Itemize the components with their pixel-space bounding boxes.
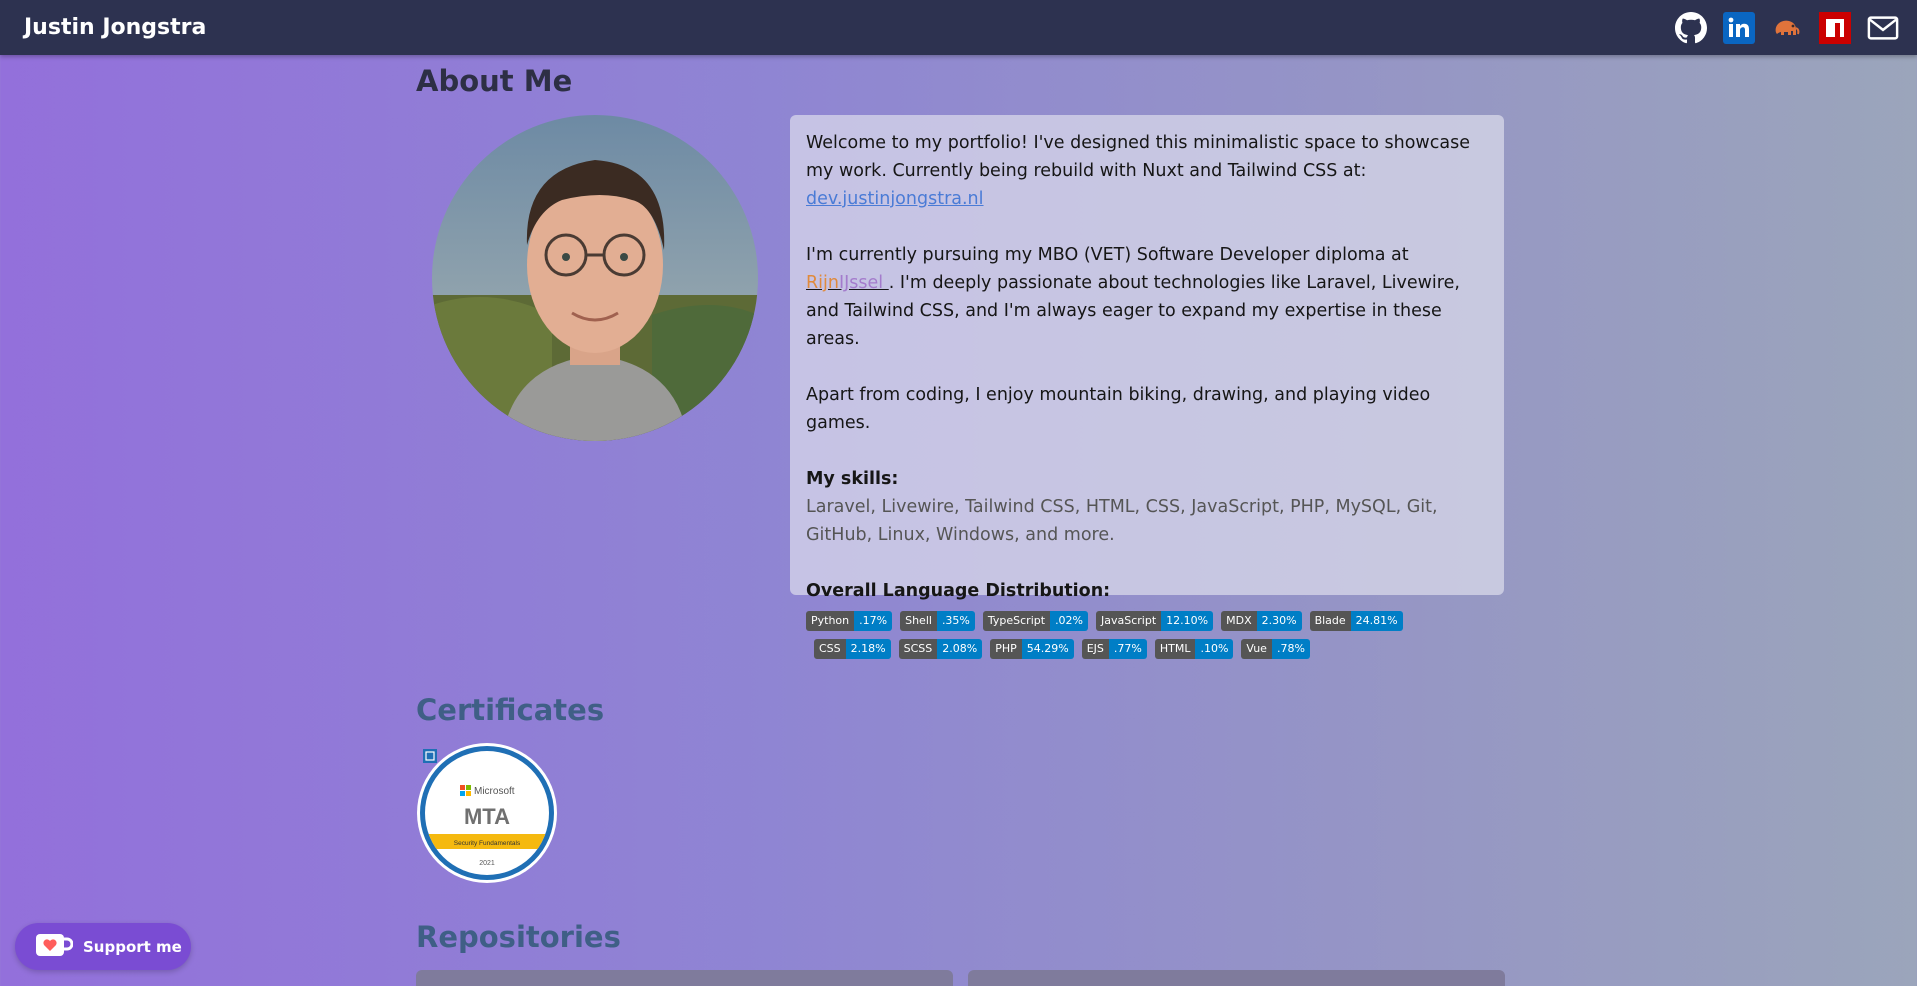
language-badge: TypeScript .02% bbox=[982, 611, 1089, 631]
skills-list: Laravel, Livewire, Tailwind CSS, HTML, C… bbox=[806, 497, 1438, 545]
school-link[interactable]: RijnIJssel bbox=[806, 273, 889, 293]
school-name-part2: IJssel bbox=[838, 273, 889, 293]
kofi-cup-icon bbox=[35, 932, 74, 962]
language-badge: Shell .35% bbox=[900, 611, 975, 631]
skills-block: My skills: Laravel, Livewire, Tailwind C… bbox=[806, 465, 1488, 549]
mta-certificate-badge[interactable]: Microsoft MTA Security Fundamentals 2021 bbox=[416, 742, 558, 884]
github-icon[interactable] bbox=[1675, 11, 1707, 44]
language-badge: EJS .77% bbox=[1081, 639, 1147, 659]
language-badge: CSS 2.18% bbox=[814, 639, 891, 659]
intro-paragraph: Welcome to my portfolio! I've designed t… bbox=[806, 129, 1488, 213]
certificate-year: 2021 bbox=[479, 860, 495, 867]
npm-icon[interactable] bbox=[1819, 11, 1851, 44]
dev-site-link[interactable]: dev.justinjongstra.nl bbox=[806, 189, 984, 209]
language-badge: JavaScript 12.10% bbox=[1096, 611, 1214, 631]
about-title: About Me bbox=[416, 64, 573, 98]
certificate-brand: Microsoft bbox=[474, 786, 515, 797]
about-card: Welcome to my portfolio! I've designed t… bbox=[790, 115, 1504, 659]
study-paragraph: I'm currently pursuing my MBO (VET) Soft… bbox=[806, 241, 1488, 353]
site-brand[interactable]: Justin Jongstra bbox=[24, 15, 206, 40]
support-me-button[interactable]: Support me bbox=[15, 923, 191, 970]
language-badge: Python .17% bbox=[806, 611, 893, 631]
language-badge: HTML .10% bbox=[1154, 639, 1234, 659]
language-badge: Blade 24.81% bbox=[1309, 611, 1403, 631]
language-badges-row-2: CSS 2.18% SCSS 2.08% PHP 54.29% EJS .77% HTM… bbox=[806, 639, 1488, 659]
gitea-elephant-icon[interactable] bbox=[1771, 12, 1803, 44]
linkedin-icon[interactable] bbox=[1723, 11, 1755, 44]
language-badges-row-1: Python .17% Shell .35% TypeScript .02% Java… bbox=[806, 611, 1488, 631]
certificate-subtitle: Security Fundamentals bbox=[454, 840, 521, 847]
languages-title: Overall Language Distribution: bbox=[806, 581, 1111, 601]
hobbies-paragraph: Apart from coding, I enjoy mountain biki… bbox=[806, 385, 1431, 433]
school-name-part1: Rijn bbox=[806, 273, 839, 293]
language-badge: MDX 2.30% bbox=[1221, 611, 1302, 631]
support-me-label: Support me bbox=[83, 937, 182, 956]
mail-icon[interactable] bbox=[1867, 12, 1899, 44]
language-badge: SCSS 2.08% bbox=[898, 639, 983, 659]
repositories-title: Repositories bbox=[416, 920, 621, 954]
profile-photo bbox=[432, 115, 758, 441]
study-text-after: . I'm deeply passionate about technologi… bbox=[806, 273, 1460, 349]
repository-card[interactable] bbox=[416, 970, 953, 986]
intro-text: Welcome to my portfolio! I've designed t… bbox=[806, 133, 1470, 181]
certificate-name: MTA bbox=[464, 804, 510, 829]
language-badge: Vue .78% bbox=[1241, 639, 1310, 659]
language-badge: PHP 54.29% bbox=[990, 639, 1074, 659]
study-text-before: I'm currently pursuing my MBO (VET) Soft… bbox=[806, 245, 1409, 265]
social-links bbox=[1675, 11, 1899, 44]
repository-card[interactable] bbox=[968, 970, 1505, 986]
top-navbar: Justin Jongstra bbox=[0, 0, 1917, 55]
skills-title: My skills: bbox=[806, 469, 899, 489]
certificates-title: Certificates bbox=[416, 693, 605, 727]
